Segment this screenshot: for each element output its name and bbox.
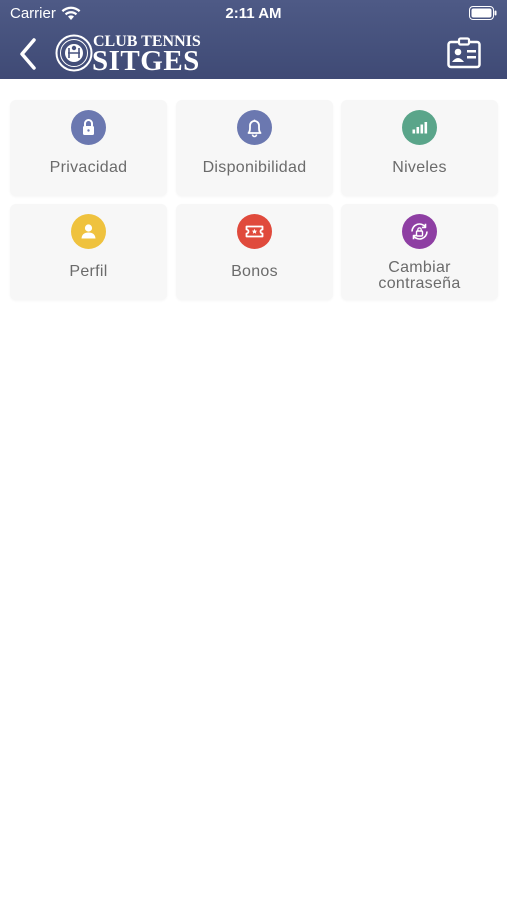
menu-tile-bonos[interactable]: Bonos [176, 204, 333, 300]
lock-icon [71, 110, 106, 145]
status-bar: Carrier 2:11 AM [0, 0, 507, 28]
menu-tile-niveles[interactable]: Niveles [341, 100, 498, 196]
menu-tile-label: Bonos [231, 263, 278, 280]
bell-icon [237, 110, 272, 145]
menu-tile-label: Disponibilidad [202, 159, 307, 176]
menu-tile-privacidad[interactable]: Privacidad [10, 100, 167, 196]
battery-icon [469, 6, 497, 20]
menu-tile-perfil[interactable]: Perfil [10, 204, 167, 300]
user-icon [71, 214, 106, 249]
club-logo: CLUB TENNIS SITGES [55, 32, 210, 77]
menu-tile-disponibilidad[interactable]: Disponibilidad [176, 100, 333, 196]
id-card-icon[interactable] [447, 37, 481, 69]
menu-tile-label: Perfil [69, 263, 108, 280]
menu-tile-label: Niveles [392, 159, 447, 176]
app-header: Carrier 2:11 AM CLUB TENNIS SITGES [0, 0, 507, 79]
logo-text-sitges: SITGES [92, 45, 200, 77]
club-emblem-icon [55, 34, 93, 72]
back-chevron-icon[interactable] [14, 34, 44, 74]
menu-tile-cambiar-contrasena[interactable]: Cambiar contraseña [341, 204, 498, 300]
status-time: 2:11 AM [225, 5, 282, 22]
menu-tile-label: Privacidad [49, 159, 128, 176]
ticket-icon [237, 214, 272, 249]
lock-refresh-icon [402, 214, 437, 249]
signal-bars-icon [402, 110, 437, 145]
nav-bar: CLUB TENNIS SITGES [0, 28, 507, 79]
menu-tile-label: Cambiar contraseña [378, 259, 461, 292]
